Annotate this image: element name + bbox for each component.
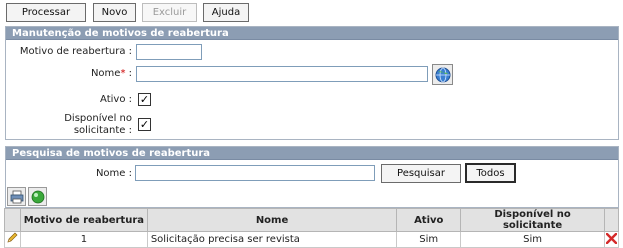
ativo-cell: Sim <box>396 231 462 248</box>
edit-cell[interactable] <box>4 231 21 248</box>
ativo-label: Ativo : <box>100 94 132 105</box>
table-header-row: Motivo de reabertura Nome Ativo Disponív… <box>4 208 620 232</box>
pesquisar-button[interactable]: Pesquisar <box>381 164 461 183</box>
todos-button[interactable]: Todos <box>465 163 516 183</box>
novo-button[interactable]: Novo <box>93 3 136 22</box>
ajuda-button[interactable]: Ajuda <box>203 3 249 22</box>
search-nome-label: Nome : <box>95 168 132 179</box>
disponivel-cell: Sim <box>460 231 605 248</box>
disponivel-checkbox[interactable]: ✓ <box>138 118 151 131</box>
refresh-icon <box>31 190 44 203</box>
search-panel-title: Pesquisa de motivos de reabertura <box>6 147 618 160</box>
col-ativo-header[interactable]: Ativo <box>396 208 462 232</box>
search-nome-input[interactable] <box>135 165 375 181</box>
disponivel-label: Disponível no solicitante : <box>64 113 132 136</box>
nome-cell: Solicitação precisa ser revista <box>146 231 398 248</box>
motivo-label: Motivo de reabertura : <box>19 46 132 57</box>
refresh-button[interactable] <box>28 187 47 206</box>
table-row[interactable]: 1 Solicitação precisa ser revista Sim Si… <box>4 231 620 248</box>
delete-x-icon[interactable] <box>605 232 618 244</box>
motivo-input[interactable] <box>136 44 202 60</box>
globe-button[interactable] <box>432 64 453 85</box>
col-edit-header <box>4 208 21 232</box>
col-delete-header <box>603 208 620 232</box>
maintenance-panel-title: Manutenção de motivos de reabertura <box>6 27 618 40</box>
col-disponivel-header[interactable]: Disponível no solicitante <box>460 208 605 232</box>
excluir-button[interactable]: Excluir <box>142 3 197 22</box>
delete-cell[interactable] <box>603 231 620 248</box>
results-table: Motivo de reabertura Nome Ativo Disponív… <box>4 208 620 248</box>
col-motivo-header[interactable]: Motivo de reabertura <box>19 208 148 232</box>
print-button[interactable] <box>7 187 26 206</box>
processar-button[interactable]: Processar <box>6 3 86 22</box>
col-nome-header[interactable]: Nome <box>146 208 398 232</box>
nome-input[interactable] <box>136 66 428 82</box>
nome-label: Nome* : <box>90 68 132 79</box>
print-icon <box>10 190 23 203</box>
ativo-checkbox[interactable]: ✓ <box>138 93 151 106</box>
pencil-icon[interactable] <box>6 232 18 244</box>
globe-icon <box>435 67 450 82</box>
motivo-cell: 1 <box>19 231 148 248</box>
